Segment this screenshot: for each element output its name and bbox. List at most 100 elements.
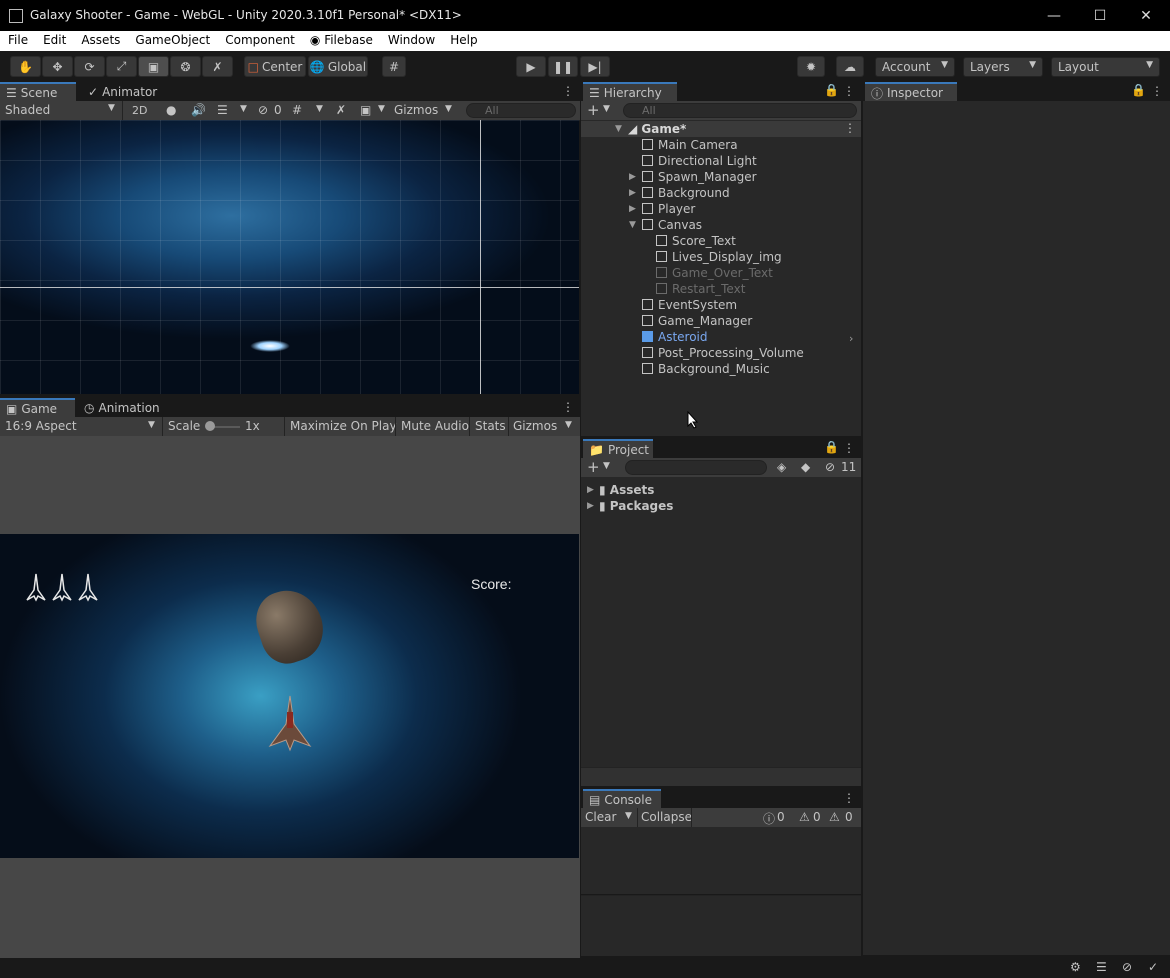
lighting-icon[interactable]: ●	[166, 103, 176, 117]
clear-button[interactable]: Clear	[585, 810, 616, 824]
layout-dropdown[interactable]: Layout ▼	[1051, 57, 1160, 77]
list-item[interactable]: Background	[642, 185, 730, 201]
tab-animator[interactable]: ✓ Animator	[82, 82, 162, 102]
chevron-down-icon[interactable]: ▼	[603, 461, 610, 471]
list-item[interactable]: Spawn_Manager	[642, 169, 757, 185]
warning-icon[interactable]: ⚠	[799, 810, 810, 824]
minimize-icon[interactable]: —	[1031, 0, 1077, 31]
menu-filebase[interactable]: ◉ Filebase	[302, 31, 380, 51]
game-menu-icon[interactable]: ⋮	[562, 400, 574, 414]
scene-header-row[interactable]	[581, 121, 861, 137]
list-item[interactable]: Asteroid	[642, 329, 708, 345]
menu-component[interactable]: Component	[217, 31, 302, 51]
aspect-dropdown[interactable]: 16:9 Aspect	[5, 419, 77, 433]
inspector-menu-icon[interactable]: ⋮	[1151, 84, 1163, 98]
expand-arrow-icon[interactable]: ▶	[629, 204, 636, 214]
scale-tool-icon[interactable]: ⤢	[106, 56, 137, 77]
list-item[interactable]: Restart_Text	[656, 281, 745, 297]
scene-gizmos-button[interactable]: Gizmos	[394, 103, 438, 117]
services-icon[interactable]: ✹	[797, 56, 825, 77]
chevron-down-icon[interactable]: ▼	[378, 104, 385, 114]
error-icon[interactable]: ⚠	[829, 810, 840, 824]
menu-edit[interactable]: Edit	[35, 31, 73, 51]
tab-scene[interactable]: ☰ Scene	[0, 82, 76, 102]
pause-icon[interactable]: ❚❚	[548, 56, 578, 77]
scene-row-menu-icon[interactable]: ⋮	[844, 121, 856, 135]
game-gizmos-button[interactable]: Gizmos	[513, 419, 557, 433]
list-item[interactable]: Player	[642, 201, 695, 217]
chevron-down-icon[interactable]: ▼	[565, 420, 572, 430]
cloud-icon[interactable]: ☁	[836, 56, 864, 77]
filter-type-icon[interactable]: ◈	[777, 460, 786, 474]
mute-audio-toggle[interactable]: Mute Audio	[401, 419, 469, 433]
filter-label-icon[interactable]: ◆	[801, 460, 810, 474]
list-item[interactable]: Post_Processing_Volume	[642, 345, 804, 361]
list-item[interactable]: Game_Manager	[642, 313, 752, 329]
play-icon[interactable]: ▶	[516, 56, 546, 77]
list-item[interactable]: Background_Music	[642, 361, 770, 377]
menu-gameobject[interactable]: GameObject	[127, 31, 217, 51]
maximize-on-play-toggle[interactable]: Maximize On Play	[290, 419, 397, 433]
hierarchy-menu-icon[interactable]: ⋮	[843, 84, 855, 98]
project-search-input[interactable]	[625, 460, 767, 475]
menu-help[interactable]: Help	[442, 31, 484, 51]
step-icon[interactable]: ▶|	[580, 56, 610, 77]
menu-window[interactable]: Window	[380, 31, 442, 51]
effects-icon[interactable]: ☰	[217, 103, 228, 117]
lock-icon[interactable]: 🔒	[824, 440, 839, 454]
list-item[interactable]: Directional Light	[642, 153, 757, 169]
chevron-down-icon[interactable]: ▼	[240, 104, 247, 114]
rotate-tool-icon[interactable]: ⟳	[74, 56, 105, 77]
hand-tool-icon[interactable]: ✋	[10, 56, 41, 77]
folder-assets[interactable]: ▮ Assets	[599, 482, 654, 498]
lock-icon[interactable]: 🔒	[1131, 83, 1146, 97]
scene-root[interactable]: ◢ Game*	[628, 121, 686, 137]
collapse-toggle[interactable]: Collapse	[641, 810, 692, 824]
account-dropdown[interactable]: Account ▼	[875, 57, 955, 77]
folder-packages[interactable]: ▮ Packages	[599, 498, 673, 514]
list-item[interactable]: Score_Text	[656, 233, 736, 249]
chevron-down-icon[interactable]: ▼	[316, 104, 323, 114]
list-item[interactable]: Canvas	[642, 217, 702, 233]
scene-menu-icon[interactable]: ⋮	[562, 84, 574, 98]
stats-toggle[interactable]: Stats	[475, 419, 506, 433]
tools-icon[interactable]: ✗	[336, 103, 346, 117]
tab-game[interactable]: ▣ Game	[0, 398, 75, 418]
expand-arrow-icon[interactable]: ▶	[587, 501, 594, 511]
scene-search-input[interactable]: All	[466, 103, 576, 118]
grid-snap-icon[interactable]: #	[382, 56, 406, 77]
console-menu-icon[interactable]: ⋮	[843, 791, 855, 805]
list-item[interactable]: Main Camera	[642, 137, 738, 153]
tab-project[interactable]: 📁 Project	[583, 439, 653, 459]
grid-icon[interactable]: #	[292, 103, 302, 117]
tab-hierarchy[interactable]: ☰ Hierarchy	[583, 82, 677, 102]
tab-console[interactable]: ▤ Console	[583, 789, 661, 809]
expand-arrow-icon[interactable]: ▶	[587, 485, 594, 495]
bug-icon[interactable]: ⚙	[1070, 960, 1081, 974]
expand-arrow-icon[interactable]: ▶	[629, 188, 636, 198]
chevron-down-icon[interactable]: ▼	[625, 811, 632, 821]
network-icon[interactable]: ⊘	[1122, 960, 1132, 974]
hidden-objects-icon[interactable]: ⊘	[258, 103, 268, 117]
scene-view[interactable]	[0, 120, 579, 394]
layers-dropdown[interactable]: Layers ▼	[963, 57, 1043, 77]
add-icon[interactable]: +	[587, 101, 600, 119]
lock-icon[interactable]: 🔒	[824, 83, 839, 97]
mode-2d-toggle[interactable]: 2D	[132, 104, 147, 117]
list-item[interactable]: Lives_Display_img	[656, 249, 782, 265]
shading-mode-dropdown[interactable]: Shaded	[5, 103, 50, 117]
transform-tool-icon[interactable]: ❂	[170, 56, 201, 77]
info-icon[interactable]: ⓘ	[763, 810, 775, 827]
progress-icon[interactable]: ☰	[1096, 960, 1107, 974]
list-item[interactable]: EventSystem	[642, 297, 737, 313]
rect-tool-icon[interactable]: ▣	[138, 56, 169, 77]
move-tool-icon[interactable]: ✥	[42, 56, 73, 77]
list-item[interactable]: Game_Over_Text	[656, 265, 773, 281]
chevron-down-icon[interactable]: ▼	[445, 104, 452, 114]
expand-arrow-icon[interactable]: ▶	[629, 172, 636, 182]
hidden-packages-icon[interactable]: ⊘	[825, 460, 835, 474]
close-icon[interactable]: ✕	[1123, 0, 1169, 31]
add-icon[interactable]: +	[587, 458, 600, 476]
tab-animation[interactable]: ◷ Animation	[78, 398, 168, 418]
global-local-button[interactable]: 🌐 Global	[308, 56, 368, 77]
